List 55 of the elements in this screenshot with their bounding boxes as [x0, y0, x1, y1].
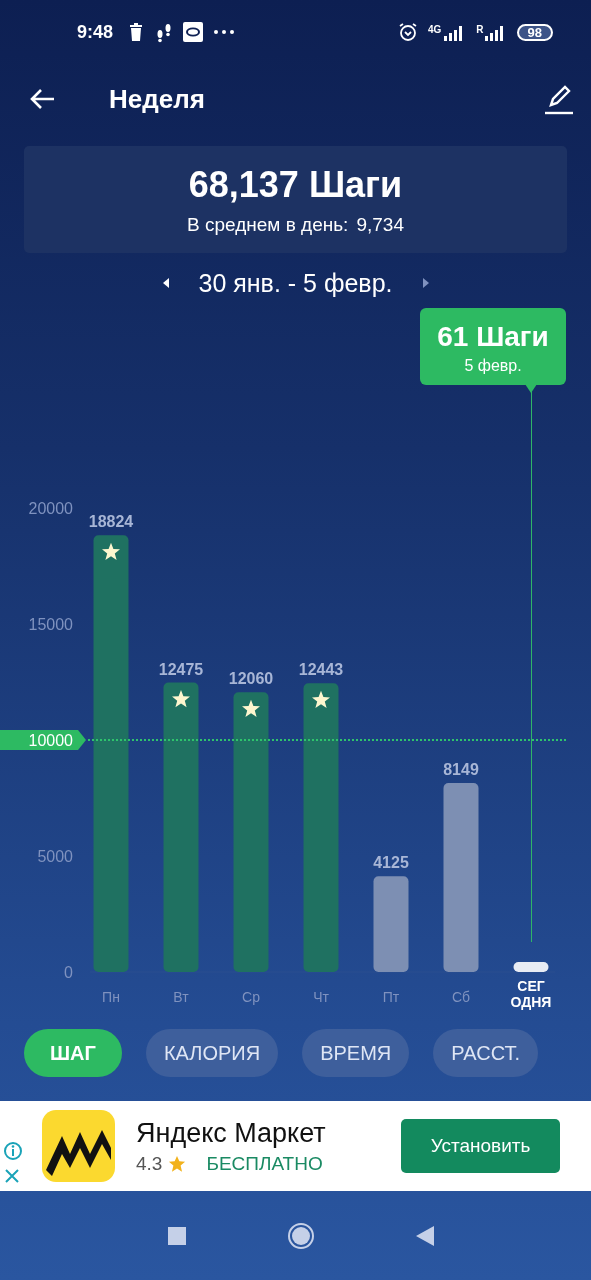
install-button[interactable]: Установить [401, 1119, 560, 1173]
tooltip-title: 61 Шаги [437, 321, 549, 352]
metric-tab[interactable]: КАЛОРИЯ [145, 1029, 279, 1077]
value-label: 18824 [88, 513, 134, 531]
total-steps: 68,137 Шаги [188, 163, 403, 206]
period-label: 30 янв. - 5 февр. [198, 268, 393, 298]
value-label: 4125 [373, 854, 409, 872]
app-logo-icon [42, 1110, 115, 1182]
day-label: Ср [242, 989, 260, 1005]
bar[interactable] [513, 962, 549, 972]
status-time: 9:48 [77, 21, 114, 43]
star-icon [168, 1154, 187, 1173]
day-label: Сб [451, 989, 471, 1005]
star-icon [172, 690, 190, 708]
edit-icon[interactable] [543, 83, 575, 115]
ad-title: Яндекс Маркет [136, 1117, 326, 1149]
value-label: 12443 [298, 661, 344, 679]
y-tick-label: 10000 [28, 732, 74, 749]
metric-tab[interactable]: РАССТ. [433, 1029, 538, 1077]
home-icon[interactable] [286, 1221, 315, 1250]
day-label: Пн [102, 989, 120, 1005]
star-icon [312, 690, 330, 708]
recents-icon[interactable] [166, 1225, 187, 1246]
battery-level: 98 [516, 23, 553, 41]
roaming-label: R [476, 24, 484, 35]
value-label: 8149 [443, 760, 479, 778]
day-label: Пт [382, 989, 400, 1005]
network-label: 4G [427, 24, 442, 35]
back-icon[interactable] [28, 87, 56, 111]
more-icon [213, 29, 236, 35]
app-notification-icon [183, 22, 204, 42]
y-tick-label: 0 [64, 964, 73, 981]
y-tick-label: 20000 [28, 500, 73, 517]
close-icon[interactable] [3, 1167, 21, 1185]
star-icon [102, 542, 120, 560]
screen-title: Неделя [109, 83, 205, 115]
day-label: СЕГ ОДНЯ [510, 978, 552, 1010]
day-label: Чт [313, 989, 329, 1005]
rating-value: 4.3 [136, 1152, 163, 1175]
goal-badge: 10000 [0, 730, 86, 750]
info-icon[interactable] [3, 1141, 23, 1161]
alarm-icon [397, 22, 418, 42]
value-label: 12060 [228, 670, 274, 688]
average-label: В среднем в день: [187, 213, 349, 236]
y-tick-label: 5000 [37, 848, 73, 865]
average-value: 9,734 [356, 213, 404, 236]
star-icon [242, 699, 260, 717]
price-label: БЕСПЛАТНО [206, 1152, 323, 1175]
day-label: Вт [173, 989, 189, 1005]
tooltip-date: 5 февр. [464, 357, 522, 374]
next-icon[interactable] [420, 277, 431, 289]
metric-tab[interactable]: ШАГ [24, 1029, 122, 1077]
value-label: 12475 [158, 660, 204, 678]
metric-tab[interactable]: ВРЕМЯ [302, 1029, 410, 1077]
y-tick-label: 15000 [28, 616, 73, 633]
